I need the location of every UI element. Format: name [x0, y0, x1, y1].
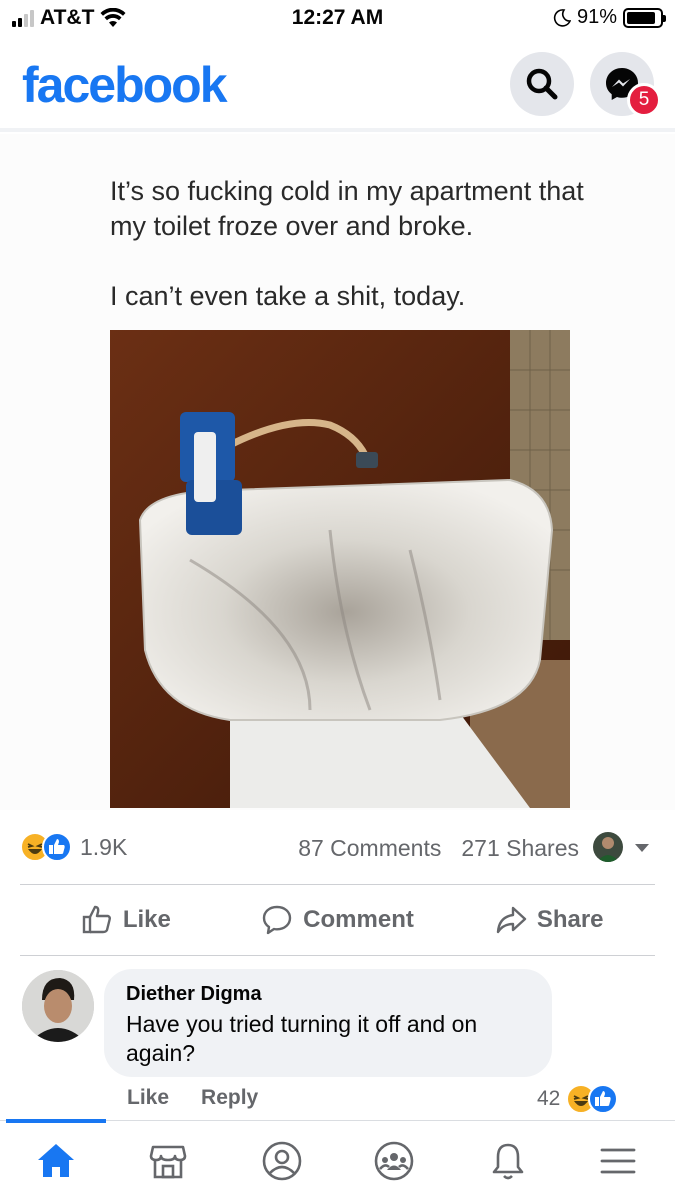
viewer-avatar[interactable]: [593, 832, 623, 862]
home-icon: [38, 1144, 74, 1177]
shares-count[interactable]: 271 Shares: [461, 835, 579, 862]
active-tab-indicator: [6, 1119, 106, 1123]
like-reaction-icon: [42, 832, 72, 862]
nav-menu[interactable]: [568, 1135, 668, 1187]
nav-groups[interactable]: [344, 1135, 444, 1187]
comments-count[interactable]: 87 Comments: [298, 835, 441, 862]
commenter-avatar[interactable]: [22, 970, 94, 1042]
post-actions: Like Comment Share: [20, 885, 655, 955]
post-image[interactable]: It’s so fucking cold in my apartment tha…: [0, 134, 675, 810]
thumbs-up-icon: [82, 905, 111, 934]
search-button[interactable]: [510, 52, 574, 116]
profile-icon: [262, 1141, 302, 1181]
marketplace-icon: [149, 1145, 187, 1179]
comment-reaction-count: 42: [537, 1087, 561, 1110]
battery-icon: [623, 7, 666, 28]
messenger-badge: 5: [627, 83, 661, 117]
comment-author[interactable]: Diether Digma: [126, 983, 530, 1006]
nav-home[interactable]: [6, 1135, 106, 1187]
chevron-down-icon[interactable]: [635, 844, 649, 852]
like-label: Like: [122, 906, 171, 933]
status-right: 91%: [553, 6, 666, 29]
comment-button[interactable]: Comment: [232, 885, 444, 955]
groups-icon: [374, 1141, 414, 1181]
battery-percent: 91%: [576, 6, 617, 28]
reactions-summary[interactable]: 1.9K: [20, 832, 127, 862]
meme-text: It’s so fucking cold in my apartment tha…: [110, 139, 590, 349]
nav-notifications[interactable]: [458, 1135, 558, 1187]
comment-like-button[interactable]: Like: [127, 1086, 169, 1110]
share-label: Share: [536, 906, 604, 933]
engagement-counts: 87 Comments 271 Shares: [298, 835, 579, 862]
menu-icon: [600, 1148, 636, 1174]
divider: [20, 955, 655, 956]
meme-line-1: It’s so fucking cold in my apartment tha…: [110, 176, 584, 241]
do-not-disturb-icon: [553, 8, 571, 27]
comment-reactions[interactable]: 42: [537, 1084, 619, 1114]
comment-reply-button[interactable]: Reply: [201, 1086, 258, 1110]
share-button[interactable]: Share: [443, 885, 655, 955]
comment-icon: [262, 905, 292, 935]
share-icon: [496, 906, 527, 934]
app-header: facebook 5: [0, 38, 675, 132]
nav-marketplace[interactable]: [118, 1135, 218, 1187]
notifications-icon: [492, 1143, 524, 1180]
comment-bubble[interactable]: Diether Digma Have you tried turning it …: [104, 969, 552, 1077]
frozen-toilet-photo: [110, 330, 570, 808]
meme-line-2: I can’t even take a shit, today.: [110, 281, 466, 311]
like-button[interactable]: Like: [20, 885, 232, 955]
comment-label: Comment: [303, 906, 414, 933]
comment-text: Have you tried turning it off and on aga…: [126, 1011, 478, 1066]
nav-profile[interactable]: [232, 1135, 332, 1187]
facebook-logo[interactable]: facebook: [22, 56, 228, 114]
like-reaction-icon: [588, 1084, 619, 1114]
status-bar: AT&T 12:27 AM 91%: [0, 0, 675, 38]
reaction-count: 1.9K: [80, 833, 128, 860]
bottom-nav: [0, 1119, 675, 1200]
comment-actions: Like Reply: [127, 1086, 258, 1110]
post-stats: 1.9K 87 Comments 271 Shares: [20, 822, 655, 872]
search-icon: [526, 68, 558, 100]
